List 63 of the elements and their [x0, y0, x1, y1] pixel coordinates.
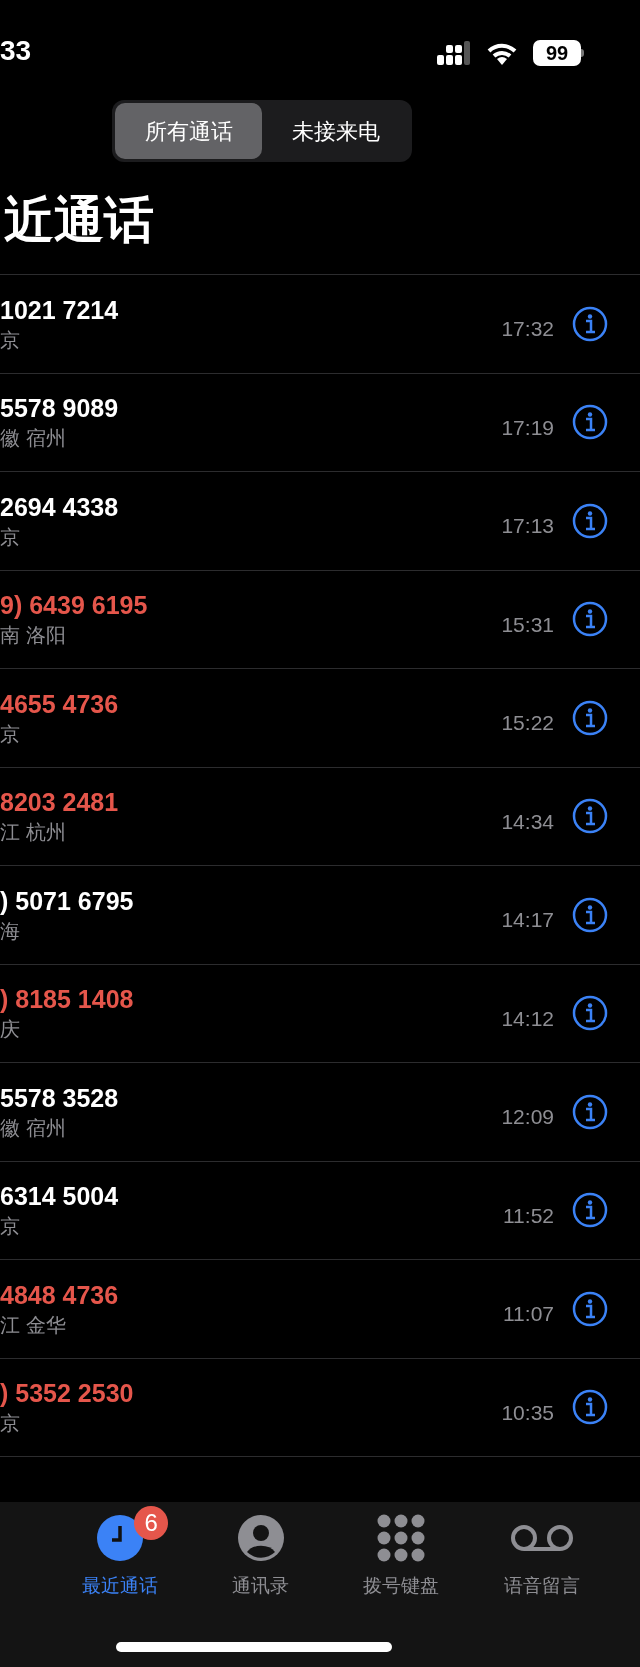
tab-item[interactable]: 6 最近通话 — [50, 1504, 191, 1601]
call-time: 14:34 — [501, 808, 554, 835]
phone-number: 5578 9089 — [0, 393, 119, 425]
call-time: 14:12 — [501, 1005, 554, 1032]
phone-number: 4848 4736 — [0, 1279, 119, 1311]
phone-number: 6314 5004 — [0, 1181, 119, 1213]
info-icon[interactable] — [572, 699, 608, 736]
info-icon[interactable] — [572, 1093, 608, 1130]
call-time: 17:19 — [501, 414, 554, 441]
call-location: 庆 — [0, 1017, 20, 1043]
call-time: 15:22 — [501, 710, 554, 736]
info-icon[interactable] — [572, 502, 608, 539]
phone-number: 1021 7214 — [0, 294, 119, 326]
call-time: 15:31 — [501, 611, 554, 638]
call-location: 京 — [0, 524, 20, 550]
call-location: 京 — [0, 327, 20, 353]
badge: 6 — [134, 1506, 169, 1540]
info-icon[interactable] — [572, 1192, 608, 1229]
call-location: 京 — [0, 1411, 20, 1437]
wifi-icon — [485, 41, 519, 65]
call-time: 10:35 — [501, 1399, 554, 1426]
tab-item[interactable]: 语音留言 — [471, 1504, 612, 1601]
phone-number: 8203 2481 — [0, 787, 119, 819]
phone-number: 5578 3528 — [0, 1082, 119, 1114]
info-icon[interactable] — [572, 1389, 608, 1426]
segment-tab[interactable]: 未接来电 — [262, 103, 409, 159]
info-icon[interactable] — [572, 305, 608, 342]
call-time: 17:32 — [501, 316, 554, 342]
call-location: 京 — [0, 1214, 20, 1240]
phone-number: ) 8185 1408 — [0, 984, 134, 1016]
segment-tab[interactable]: 所有通话 — [115, 103, 262, 159]
info-icon[interactable] — [572, 1290, 608, 1327]
phone-number: 2694 4338 — [0, 491, 119, 523]
info-icon[interactable] — [572, 995, 608, 1032]
tab-item[interactable]: 拨号键盘 — [331, 1504, 472, 1601]
call-time: 17:13 — [501, 513, 554, 539]
call-location: 徽 宿州 — [0, 1115, 66, 1141]
info-icon[interactable] — [572, 404, 608, 441]
call-location: 南 洛阳 — [0, 623, 66, 649]
call-time: 11:07 — [503, 1301, 554, 1327]
phone-number: 9) 6439 6195 — [0, 590, 148, 622]
call-time: 14:17 — [501, 907, 554, 933]
clock-icon — [96, 1514, 145, 1562]
keypad-icon — [377, 1514, 426, 1562]
info-icon[interactable] — [572, 896, 608, 933]
call-location: 海 — [0, 918, 20, 944]
call-location: 江 杭州 — [0, 820, 66, 846]
phone-number: 4655 4736 — [0, 688, 119, 720]
call-time: 11:52 — [503, 1202, 554, 1229]
tab-item[interactable]: 通讯录 — [190, 1504, 331, 1601]
person-icon — [236, 1514, 285, 1562]
battery-level: 99 — [533, 40, 581, 66]
call-time: 12:09 — [501, 1104, 554, 1130]
phone-number: ) 5352 2530 — [0, 1378, 134, 1410]
call-location: 京 — [0, 721, 20, 747]
info-icon[interactable] — [572, 798, 608, 835]
signal-icon — [437, 41, 471, 65]
call-location: 江 金华 — [0, 1312, 66, 1338]
call-location: 徽 宿州 — [0, 426, 66, 452]
page-title: 近通话 — [4, 191, 155, 250]
phone-number: ) 5071 6795 — [0, 885, 134, 917]
info-icon[interactable] — [572, 601, 608, 638]
status-time: 33 — [0, 34, 32, 68]
